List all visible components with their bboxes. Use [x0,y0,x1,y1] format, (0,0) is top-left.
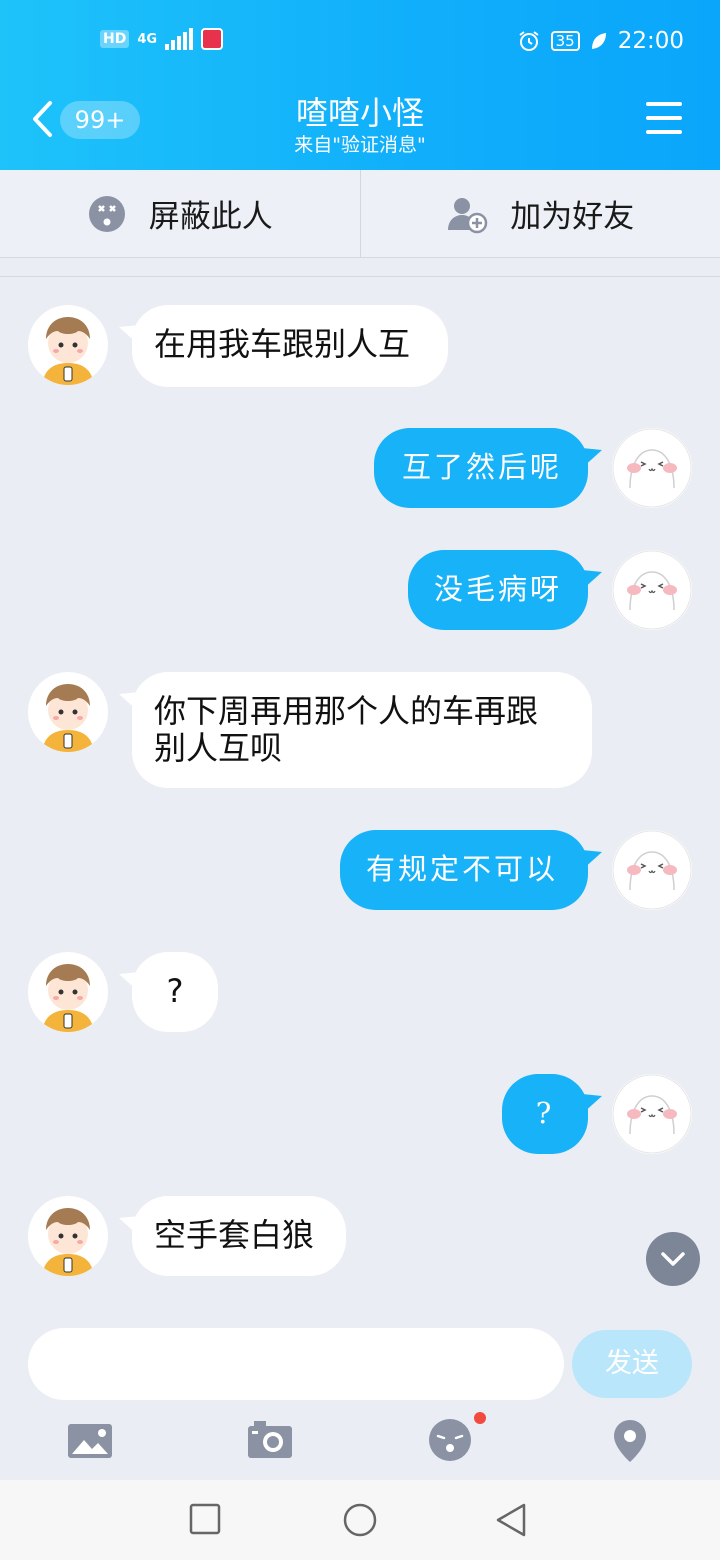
message-input[interactable] [28,1328,564,1400]
scroll-to-bottom-button[interactable] [646,1232,700,1286]
recent-apps-icon[interactable] [188,1502,222,1536]
camera-icon[interactable] [246,1416,294,1464]
stranger-action-bar: 屏蔽此人 加为好友 [0,170,720,258]
cute-bunny-avatar [612,550,692,630]
home-icon[interactable] [342,1502,378,1538]
self-avatar[interactable] [612,830,692,910]
chevron-down-icon [661,1252,685,1266]
image-icon[interactable] [66,1416,114,1464]
chat-title: 喳喳小怪 [295,94,424,132]
cartoon-boy-avatar [42,684,94,752]
block-user-button[interactable]: 屏蔽此人 [0,170,360,257]
cute-bunny-avatar [612,830,692,910]
message-bubble-incoming[interactable]: 你下周再用那个人的车再跟别人互呗 [132,672,592,788]
message-bubble-outgoing[interactable]: 没毛病呀 [408,550,588,630]
message-bubble-outgoing[interactable]: ? [502,1074,588,1154]
message-bubble-outgoing[interactable]: 互了然后呢 [374,428,588,508]
bubble-tail [582,850,602,870]
contact-avatar[interactable] [28,672,108,752]
add-friend-icon [448,197,488,233]
contact-avatar[interactable] [28,1196,108,1276]
self-avatar[interactable] [612,428,692,508]
contact-avatar[interactable] [28,952,108,1032]
cartoon-boy-avatar [42,1208,94,1276]
chat-subtitle: 来自"验证消息" [294,134,426,156]
cartoon-boy-avatar [42,964,94,1032]
clock: 22:00 [617,28,684,54]
message-bubble-outgoing[interactable]: 有规定不可以 [340,830,588,910]
message-bubble-incoming[interactable]: 在用我车跟别人互 [132,305,448,387]
bubble-tail [582,570,602,590]
message-bubble-incoming[interactable]: 空手套白狼 [132,1196,346,1276]
emoji-icon[interactable] [426,1416,474,1464]
add-friend-label: 加为好友 [510,199,635,235]
cartoon-boy-avatar [42,317,94,385]
cute-bunny-avatar [612,428,692,508]
contact-avatar[interactable] [28,305,108,385]
menu-icon[interactable] [646,102,682,134]
status-bar: HD 4G 35 22:00 [0,28,720,58]
bubble-tail [582,1094,602,1114]
battery-indicator: 35 [550,31,580,51]
history-divider [0,276,720,277]
send-button[interactable]: 发送 [572,1330,692,1398]
hd-indicator: HD [100,30,130,48]
chat-header: HD 4G 35 22:00 99+ 喳喳小怪 来自"验证消息" [0,0,720,170]
self-avatar[interactable] [612,550,692,630]
bubble-tail [582,448,602,468]
message-bubble-incoming[interactable]: ? [132,952,218,1032]
network-label: 4G [137,31,158,47]
signal-icon [165,28,194,50]
block-label: 屏蔽此人 [148,199,273,235]
add-friend-button[interactable]: 加为好友 [361,170,720,257]
block-face-icon [88,195,125,232]
location-icon[interactable] [606,1416,654,1464]
cute-bunny-avatar [612,1074,692,1154]
reader-app-icon [201,28,224,50]
system-navigation-bar [0,1480,720,1560]
self-avatar[interactable] [612,1074,692,1154]
alarm-icon [519,31,539,51]
leaf-icon [591,33,606,49]
notification-dot [474,1412,486,1424]
back-nav-icon[interactable] [494,1502,528,1538]
